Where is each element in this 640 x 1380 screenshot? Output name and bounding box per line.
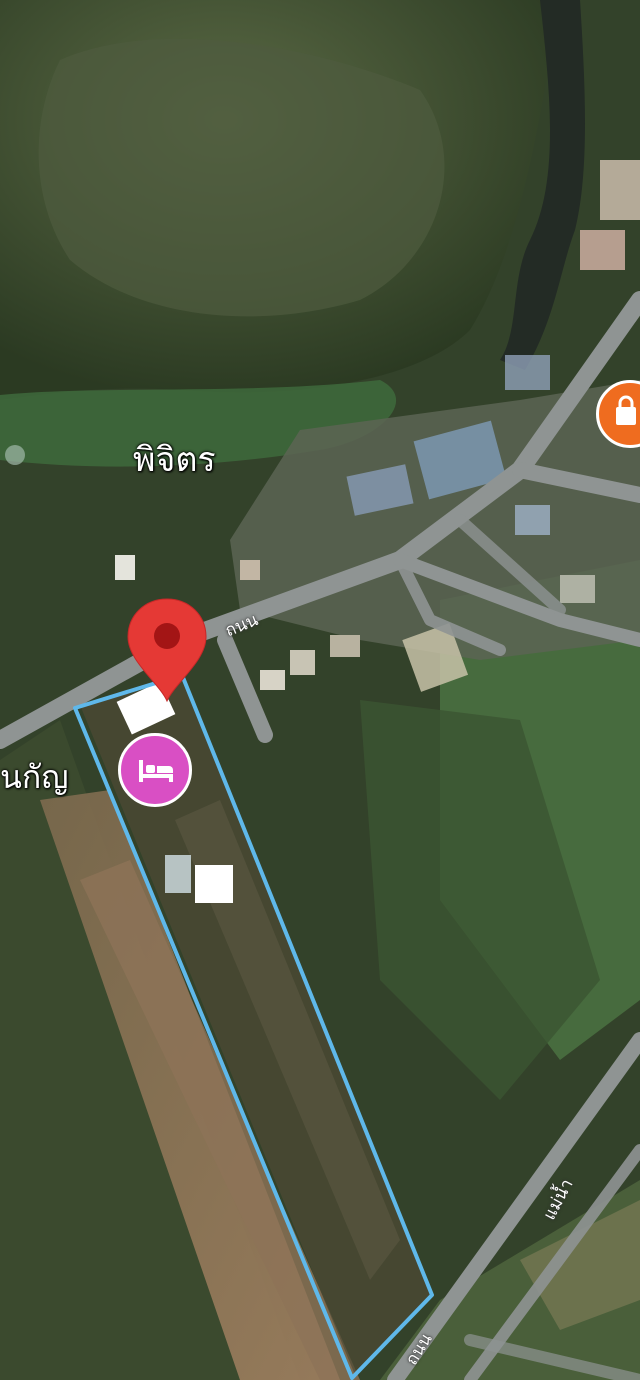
bed-icon[interactable] xyxy=(118,733,192,807)
shopping-bag-icon[interactable] xyxy=(596,380,640,448)
satellite-map[interactable]: พิจิตร นกัญ ถนน ถนน แม่น้ำ xyxy=(0,0,640,1380)
map-pin-icon[interactable] xyxy=(124,597,210,705)
map-imagery xyxy=(0,0,640,1380)
area-label: พิจิตร xyxy=(133,440,216,480)
partial-place-label: นกัญ xyxy=(0,758,69,796)
